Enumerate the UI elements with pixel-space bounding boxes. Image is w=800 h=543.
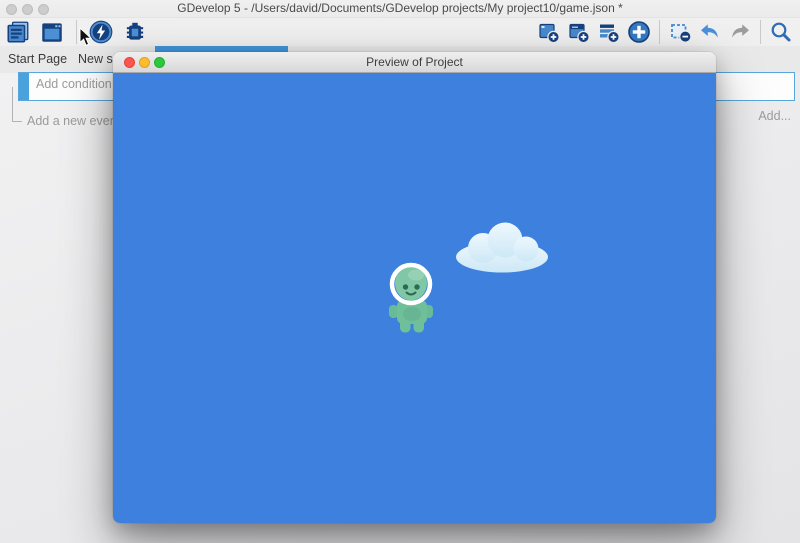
add-list-plus-icon[interactable] xyxy=(596,18,622,46)
tree-line-vertical xyxy=(12,87,13,121)
preview-window: Preview of Project xyxy=(113,52,716,523)
search-icon[interactable] xyxy=(768,18,794,46)
add-window-plus-icon[interactable] xyxy=(536,18,562,46)
add-window-header-plus-icon[interactable] xyxy=(566,18,592,46)
toolbar-separator xyxy=(760,20,761,44)
redo-icon[interactable] xyxy=(727,18,753,46)
main-toolbar xyxy=(0,17,800,46)
preview-title: Preview of Project xyxy=(113,52,716,72)
main-titlebar: GDevelop 5 - /Users/david/Documents/GDev… xyxy=(0,0,800,18)
event-drag-handle[interactable] xyxy=(19,73,29,100)
remove-window-minus-icon[interactable] xyxy=(667,18,693,46)
add-new-event-button[interactable]: Add a new event xyxy=(27,114,120,128)
game-viewport[interactable] xyxy=(113,73,716,523)
cloud-sprite xyxy=(455,221,549,278)
tab-start-page[interactable]: Start Page xyxy=(0,46,70,73)
tree-line-horizontal xyxy=(12,121,22,122)
undo-icon[interactable] xyxy=(697,18,723,46)
add-more-button[interactable]: Add... xyxy=(758,109,791,123)
alien-player-sprite xyxy=(383,256,439,339)
preview-lightning-icon[interactable] xyxy=(88,18,114,46)
debugger-bug-icon[interactable] xyxy=(122,18,148,46)
scene-window-icon[interactable] xyxy=(39,18,65,46)
project-manager-icon[interactable] xyxy=(5,18,31,46)
window-title: GDevelop 5 - /Users/david/Documents/GDev… xyxy=(0,0,800,17)
circle-plus-icon[interactable] xyxy=(626,18,652,46)
preview-titlebar: Preview of Project xyxy=(113,52,716,73)
toolbar-separator xyxy=(76,20,77,44)
toolbar-separator xyxy=(659,20,660,44)
add-condition-button[interactable]: Add condition xyxy=(36,77,112,91)
